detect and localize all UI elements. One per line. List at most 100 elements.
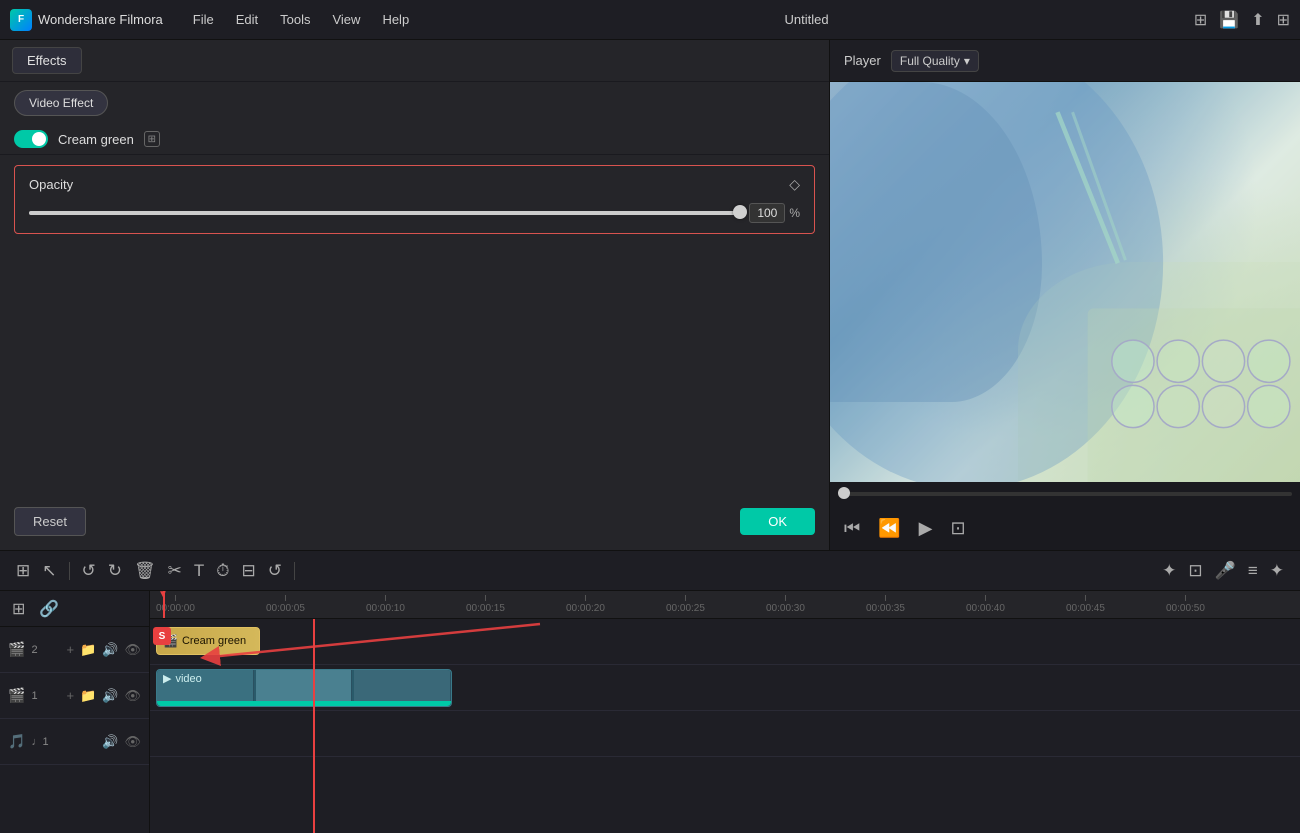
logo: F Wondershare Filmora — [10, 9, 163, 31]
undo-tool[interactable]: ↺ — [78, 557, 100, 585]
opacity-label: Opacity — [29, 177, 73, 192]
fx-tool[interactable]: ✦ — [1158, 557, 1180, 585]
tracks-container: S 🎬 Cream green — [150, 619, 1300, 833]
player-panel: Player Full Quality ▾ — [830, 40, 1300, 550]
menu-tools[interactable]: Tools — [270, 8, 320, 31]
timeline-toolbar: ⊞ ↖ ↺ ↻ 🗑 ✂ T ⏱ ⊟ ↺ ✦ ⊡ 🎤 ≡ ✦ — [0, 551, 1300, 591]
track1-folder-icon[interactable]: 📁 — [80, 688, 96, 704]
upload-icon[interactable]: ⬆ — [1251, 10, 1264, 30]
menu-edit[interactable]: Edit — [226, 8, 268, 31]
cream-green-label: Cream green — [58, 132, 134, 147]
menu-view[interactable]: View — [322, 8, 370, 31]
magic-tool[interactable]: ✦ — [1266, 557, 1288, 585]
video-clip-bottom-bar — [157, 701, 451, 706]
grid-icon[interactable]: ⊞ — [1277, 10, 1290, 30]
video-clip[interactable]: ▶ video — [156, 669, 452, 707]
player-seekbar[interactable] — [830, 482, 1300, 506]
mic-tool[interactable]: 🎤 — [1211, 557, 1240, 585]
track2-folder-icon[interactable]: 📁 — [80, 642, 96, 658]
timer-tool[interactable]: ⏱ — [212, 557, 233, 585]
timeline-body: ⊞ 🔗 🎬 2 + 📁 🔊 👁 🎬 1 + 📁 — [0, 591, 1300, 833]
video-clip-name: video — [175, 673, 201, 685]
track-label-2: 🎬 2 + 📁 🔊 👁 — [0, 627, 149, 673]
video-clip-play-icon: ▶ — [163, 672, 171, 685]
percent-label: % — [789, 206, 800, 220]
rotate-tool[interactable]: ↺ — [264, 557, 286, 585]
player-controls: ⏮ ⏪ ▶ ⊡ — [830, 506, 1300, 550]
timeline-header-controls: ⊞ 🔗 — [0, 591, 149, 627]
text-tool[interactable]: T — [190, 557, 208, 585]
time-mark-35: 00:00:35 — [866, 595, 905, 614]
opacity-slider-row: 100 % — [29, 203, 800, 223]
track1-eye-icon[interactable]: 👁 — [124, 688, 141, 704]
quality-value: Full Quality — [900, 54, 960, 68]
effect-clip[interactable]: 🎬 Cream green — [156, 627, 260, 655]
opacity-slider-track[interactable] — [29, 211, 741, 215]
track2-volume-icon[interactable]: 🔊 — [102, 642, 118, 658]
opacity-slider-thumb[interactable] — [733, 205, 747, 219]
time-mark-40: 00:00:40 — [966, 595, 1005, 614]
cut-tool[interactable]: ✂ — [164, 557, 186, 585]
step-back-button[interactable]: ⏮ — [844, 518, 860, 539]
timeline-area: 00:00:00 00:00:05 00:00:10 00:00:15 00:0… — [150, 591, 1300, 833]
playhead-ruler[interactable] — [163, 591, 165, 618]
pointer-tool[interactable]: ↖ — [38, 557, 60, 585]
track2-add-icon[interactable]: + — [67, 642, 75, 658]
video-effect-button[interactable]: Video Effect — [14, 90, 108, 116]
ok-button[interactable]: OK — [740, 508, 815, 535]
menu-help[interactable]: Help — [372, 8, 419, 31]
track2-eye-icon[interactable]: 👁 — [124, 642, 141, 658]
link-icon[interactable]: 🔗 — [35, 595, 63, 623]
effects-tab[interactable]: Effects — [12, 47, 82, 74]
time-mark-5: 00:00:05 — [266, 595, 305, 614]
track1-type-icon: 🎬 — [8, 687, 25, 704]
track-row-1: ▶ video — [150, 665, 1300, 711]
effects-panel: Effects Video Effect Cream green ⊞ Opaci… — [0, 40, 830, 550]
quality-selector[interactable]: Full Quality ▾ — [891, 50, 979, 72]
quality-dropdown-icon: ▾ — [964, 54, 970, 68]
track-label-1: 🎬 1 + 📁 🔊 👁 — [0, 673, 149, 719]
main-layout: Effects Video Effect Cream green ⊞ Opaci… — [0, 40, 1300, 550]
caption-tool[interactable]: ≡ — [1244, 557, 1262, 585]
save-icon[interactable]: 💾 — [1219, 10, 1239, 30]
shield-tool[interactable]: ⊡ — [1184, 557, 1206, 585]
menu-file[interactable]: File — [183, 8, 224, 31]
delete-tool[interactable]: 🗑 — [130, 557, 160, 585]
app-name: Wondershare Filmora — [38, 12, 163, 27]
track2-controls: + 📁 🔊 👁 — [67, 642, 141, 658]
panel-footer: Reset OK — [0, 493, 829, 550]
crop-button[interactable]: ⊡ — [950, 518, 965, 539]
time-mark-20: 00:00:20 — [566, 595, 605, 614]
keyframe-diamond-icon[interactable]: ◇ — [789, 176, 800, 193]
time-mark-10: 00:00:10 — [366, 595, 405, 614]
layout-icon[interactable]: ⊞ — [1194, 10, 1207, 30]
track1-volume-icon[interactable]: 🔊 — [102, 688, 118, 704]
seekbar-track[interactable] — [838, 492, 1292, 496]
player-header: Player Full Quality ▾ — [830, 40, 1300, 82]
play-button[interactable]: ▶ — [919, 518, 933, 539]
cream-green-toggle[interactable] — [14, 130, 48, 148]
timeline-playhead — [313, 619, 315, 833]
video-preview — [830, 82, 1300, 482]
play-back-button[interactable]: ⏪ — [878, 518, 900, 539]
track2-type-icon: 🎬 — [8, 641, 25, 658]
redo-tool[interactable]: ↻ — [104, 557, 126, 585]
adjust-tool[interactable]: ⊟ — [238, 557, 260, 585]
select-tool[interactable]: ⊞ — [12, 557, 34, 585]
seekbar-thumb[interactable] — [838, 487, 850, 499]
tracka1-eye-icon[interactable]: 👁 — [124, 734, 141, 750]
top-icons: ⊞ 💾 ⬆ ⊞ — [1194, 10, 1290, 30]
reset-button[interactable]: Reset — [14, 507, 86, 536]
s-marker: S — [153, 627, 171, 645]
video-clip-label: ▶ video — [163, 672, 202, 685]
info-icon[interactable]: ⊞ — [144, 131, 160, 147]
track2-bg — [150, 619, 1300, 664]
track1-label: 1 — [31, 690, 37, 702]
track-row-a1 — [150, 711, 1300, 757]
track1-add-icon[interactable]: + — [67, 688, 75, 704]
opacity-value[interactable]: 100 — [749, 203, 785, 223]
time-mark-15: 00:00:15 — [466, 595, 505, 614]
tracka1-volume-icon[interactable]: 🔊 — [102, 734, 118, 750]
add-media-icon[interactable]: ⊞ — [8, 595, 29, 623]
time-ruler: 00:00:00 00:00:05 00:00:10 00:00:15 00:0… — [150, 591, 1300, 619]
